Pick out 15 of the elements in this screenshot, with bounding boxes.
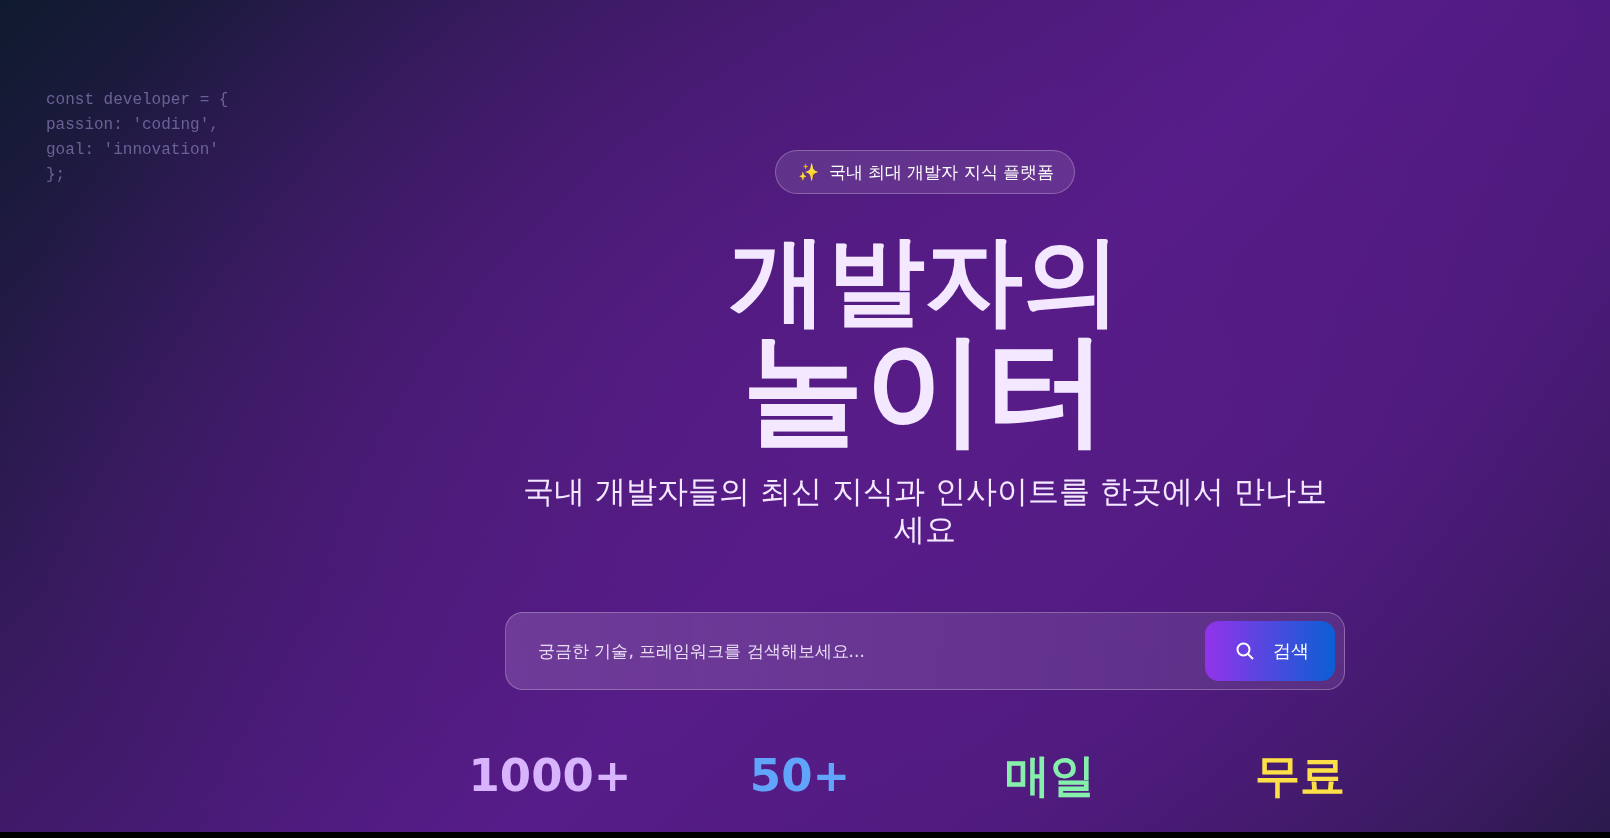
- search-button[interactable]: 검색: [1205, 621, 1335, 681]
- stat-value: 1000+: [467, 748, 633, 804]
- sparkles-icon: ✨: [797, 162, 819, 182]
- code-line: passion: 'coding',: [46, 115, 220, 136]
- hero-subtitle: 국내 개발자들의 최신 지식과 인사이트를 한곳에서 만나보세요: [522, 472, 1328, 548]
- hero-title: 개발자의: [729, 230, 1121, 330]
- badge-label: 국내 최대 개발자 지식 플랫폼: [828, 160, 1055, 184]
- code-line: goal: 'innovation': [46, 140, 220, 161]
- stat-value: 무료: [1254, 748, 1346, 804]
- stat-value: 50+: [748, 748, 852, 804]
- search-icon: [1235, 641, 1255, 661]
- code-line: };: [46, 165, 67, 186]
- stat-value: 매일: [1004, 748, 1096, 804]
- search-field[interactable]: 궁금한 기술, 프레임워크를 검색해보세요... 검색: [505, 612, 1345, 690]
- code-line: const developer = {: [46, 90, 229, 111]
